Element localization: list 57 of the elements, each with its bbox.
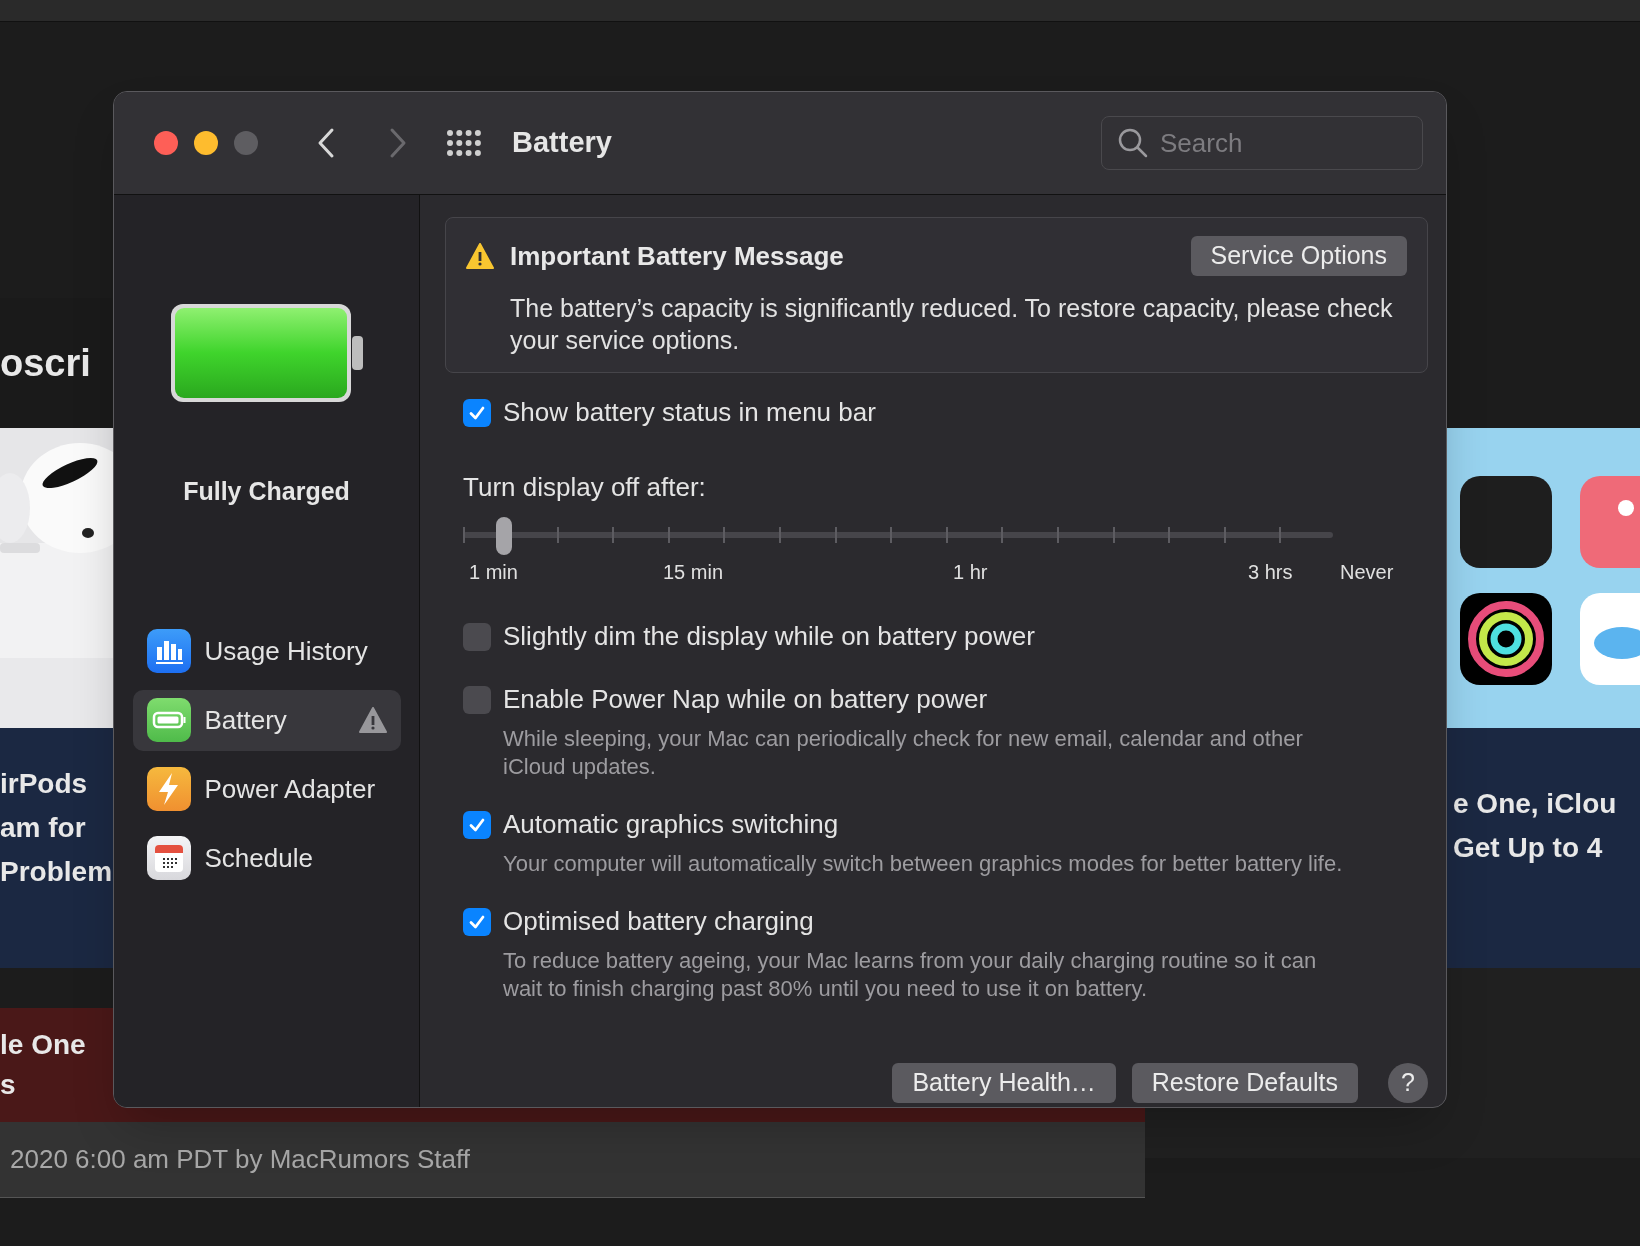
sidebar-label: Schedule xyxy=(204,841,314,875)
article-byline: 2020 6:00 am PDT by MacRumors Staff xyxy=(10,1143,471,1176)
time-slider[interactable] xyxy=(463,515,1333,555)
checkbox-label: Slightly dim the display while on battery power xyxy=(503,620,1035,653)
sidebar-item[interactable]: Usage History xyxy=(132,620,401,682)
dialog-button[interactable]: Battery Health… xyxy=(892,1063,1116,1103)
tick-label: 1 min xyxy=(469,560,518,585)
lightning-icon xyxy=(146,767,191,811)
sidebar-item[interactable]: Battery xyxy=(132,689,401,751)
checkbox[interactable] xyxy=(463,685,491,714)
story-title[interactable]: am for xyxy=(0,812,86,843)
slider-thumb[interactable] xyxy=(495,517,512,555)
sidebar-item[interactable]: Schedule xyxy=(132,827,401,889)
option-description: While sleeping, your Mac can periodically check for new email, calendar and other iCloud updates. xyxy=(503,725,1304,781)
calendar-icon xyxy=(146,836,191,880)
service-options-button[interactable]: Service Options xyxy=(1190,236,1407,276)
window-title: Battery xyxy=(512,125,612,161)
search-icon xyxy=(1118,128,1148,158)
story-title[interactable]: e One, iClou xyxy=(1453,788,1617,819)
sidebar-label: Battery xyxy=(204,703,288,737)
story-title[interactable]: irPods xyxy=(0,768,88,799)
article-heading: oscri xyxy=(0,340,91,386)
help-button[interactable]: ? xyxy=(1388,1063,1428,1103)
story-title[interactable]: Problem xyxy=(0,856,113,887)
minimize-button[interactable] xyxy=(194,131,218,155)
slider-label: Turn display off after: xyxy=(463,471,707,504)
chart-icon xyxy=(146,629,191,673)
dialog-button[interactable]: Restore Defaults xyxy=(1131,1063,1358,1103)
story-title[interactable]: Get Up to 4 xyxy=(1453,832,1603,863)
tick-label: 3 hrs xyxy=(1248,560,1293,585)
checkbox[interactable] xyxy=(463,622,491,651)
tick-label: Never xyxy=(1340,560,1394,585)
battery-icon xyxy=(146,698,191,742)
checkbox-label: Enable Power Nap while on battery power xyxy=(503,683,988,716)
checkbox-label: Optimised battery charging xyxy=(503,905,814,938)
grid-icon[interactable] xyxy=(446,129,482,157)
tick-label: 15 min xyxy=(663,560,724,585)
sidebar-item[interactable]: Power Adapter xyxy=(132,758,401,820)
option-description: To reduce battery ageing, your Mac learns from your daily charging routine so it can wait to finish charging past 80% until you need to use it on battery. xyxy=(503,947,1318,1003)
warning-icon xyxy=(466,243,494,269)
checkbox-label: Automatic graphics switching xyxy=(503,808,839,841)
close-button[interactable] xyxy=(154,131,178,155)
message-text: The battery’s capacity is significantly reduced. To restore capacity, please check your service options. xyxy=(510,293,1394,356)
story-title[interactable]: le One xyxy=(0,1025,86,1065)
checkbox[interactable] xyxy=(463,810,491,839)
sidebar-label: Usage History xyxy=(204,634,369,668)
story-title[interactable]: s xyxy=(0,1065,16,1105)
checkbox[interactable] xyxy=(463,398,491,427)
checkbox-label: Show battery status in menu bar xyxy=(503,396,876,429)
charge-status: Fully Charged xyxy=(183,476,350,507)
checkbox[interactable] xyxy=(463,907,491,936)
sidebar-label: Power Adapter xyxy=(204,772,377,806)
tick-label: 1 hr xyxy=(953,560,988,585)
search-field[interactable]: Search xyxy=(1101,116,1423,170)
option-description: Your computer will automatically switch between graphics modes for better battery life. xyxy=(503,850,1344,878)
message-title: Important Battery Message xyxy=(510,239,845,273)
search-input[interactable]: Search xyxy=(1160,123,1400,163)
